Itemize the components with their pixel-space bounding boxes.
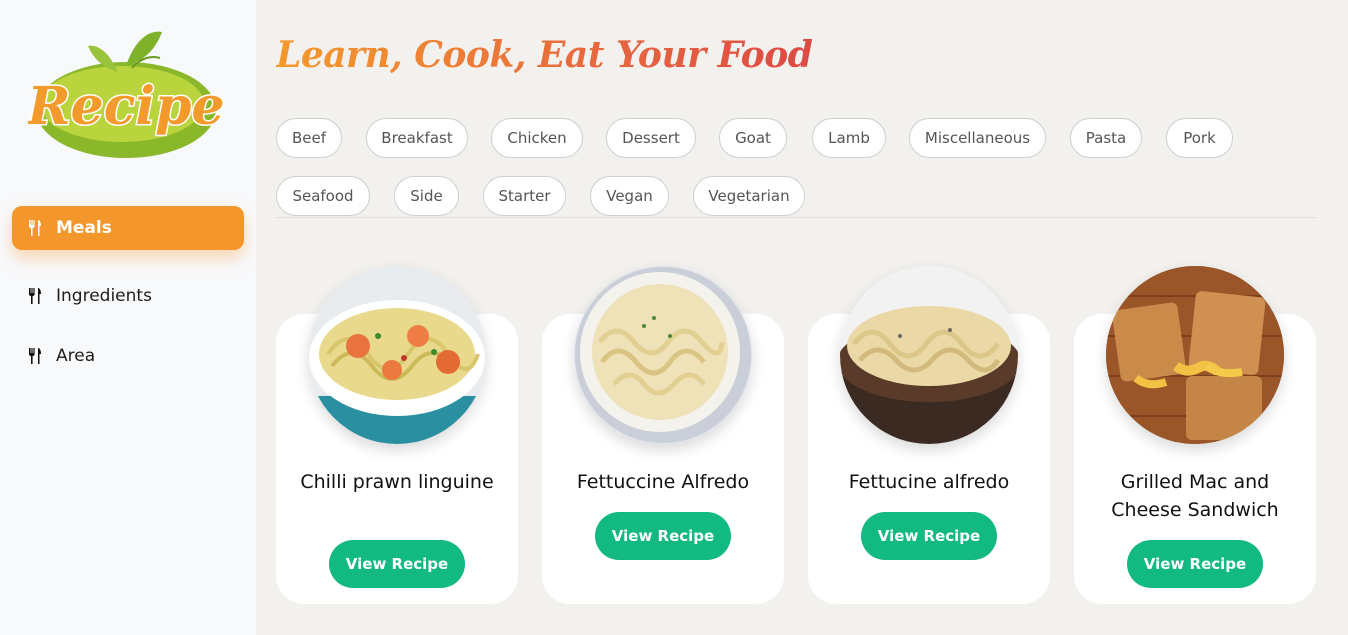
category-chip[interactable]: Pork: [1166, 118, 1233, 158]
view-recipe-button[interactable]: View Recipe: [1127, 540, 1263, 588]
category-chip[interactable]: Vegan: [590, 176, 669, 216]
category-chip[interactable]: Seafood: [276, 176, 370, 216]
meal-title: Fettuccine Alfredo: [576, 471, 750, 493]
meal-image[interactable]: [1106, 266, 1284, 444]
meal-title: Grilled Mac and Cheese Sandwich: [1111, 471, 1279, 521]
category-filter-bar: Beef Breakfast Chicken Dessert Goat Lamb…: [276, 118, 1316, 218]
category-chip[interactable]: Vegetarian: [693, 176, 805, 216]
sidebar-item-meals[interactable]: Meals: [12, 206, 244, 250]
meal-card: Chilli prawn linguine View Recipe: [276, 266, 518, 604]
sidebar-item-label: Area: [56, 346, 96, 366]
category-chip[interactable]: Beef: [276, 118, 342, 158]
sidebar-item-label: Meals: [56, 218, 112, 238]
sidebar-item-label: Ingredients: [56, 286, 152, 306]
category-chip[interactable]: Chicken: [491, 118, 583, 158]
category-chip[interactable]: Lamb: [812, 118, 886, 158]
sidebar-item-ingredients[interactable]: Ingredients: [12, 274, 244, 318]
meal-card: Fettuccine Alfredo View Recipe: [542, 266, 784, 604]
view-recipe-button[interactable]: View Recipe: [329, 540, 465, 588]
page-title: Learn, Cook, Eat Your Food: [276, 34, 813, 76]
meal-image[interactable]: [840, 266, 1018, 444]
meal-title: Chilli prawn linguine: [300, 471, 494, 493]
category-chip[interactable]: Miscellaneous: [909, 118, 1046, 158]
sidebar-nav: Meals Ingredients Area: [12, 206, 244, 378]
fork-knife-icon: [29, 348, 41, 364]
meal-image[interactable]: [574, 266, 752, 444]
sidebar-item-area[interactable]: Area: [12, 334, 244, 378]
category-chip[interactable]: Starter: [483, 176, 566, 216]
category-chip[interactable]: Side: [394, 176, 459, 216]
meal-card: Grilled Mac and Cheese Sandwich View Rec…: [1074, 266, 1316, 604]
meal-image[interactable]: [308, 266, 486, 444]
category-chip[interactable]: Pasta: [1070, 118, 1142, 158]
meal-title: Fettucine alfredo: [848, 471, 1010, 493]
fork-knife-icon: [29, 288, 41, 304]
meal-card: Fettucine alfredo View Recipe: [808, 266, 1050, 604]
view-recipe-button[interactable]: View Recipe: [595, 512, 731, 560]
fork-knife-icon: [29, 220, 41, 236]
category-chip[interactable]: Goat: [719, 118, 787, 158]
sidebar: Recipe Meals Ingredients Area: [0, 0, 256, 635]
category-chip[interactable]: Dessert: [606, 118, 696, 158]
logo-text: Recipe: [28, 76, 224, 137]
recipe-logo[interactable]: Recipe: [24, 26, 226, 166]
view-recipe-button[interactable]: View Recipe: [861, 512, 997, 560]
category-chip[interactable]: Breakfast: [366, 118, 468, 158]
